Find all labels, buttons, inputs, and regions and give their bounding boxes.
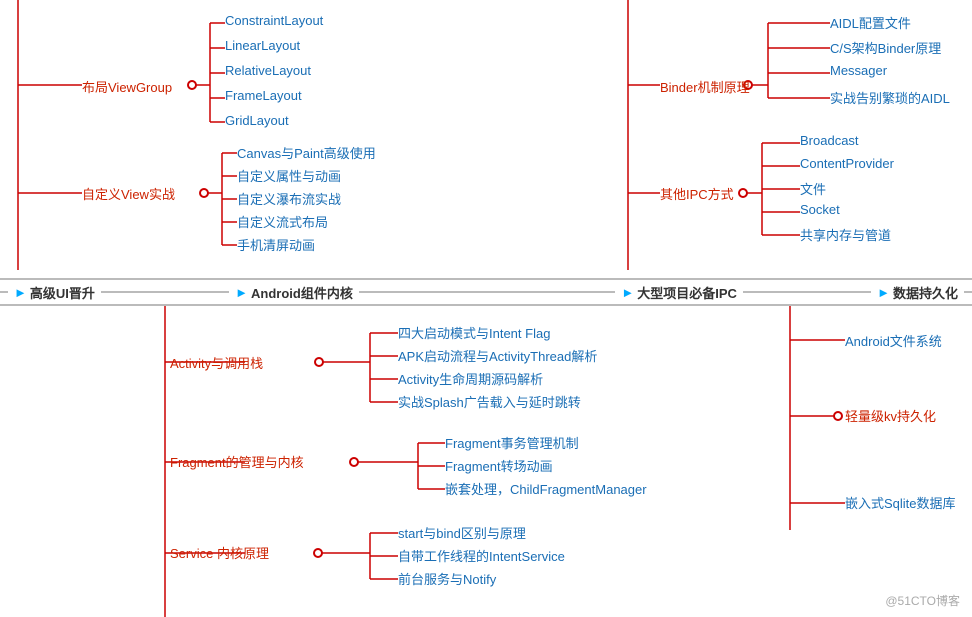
arrow-icon-ui: ► — [14, 285, 27, 300]
node-android-file: Android文件系统 — [845, 331, 942, 350]
node-canvas: Canvas与Paint高级使用 — [237, 143, 376, 162]
node-aidl-advanced: 实战告别繁琐的AIDL — [830, 88, 950, 107]
node-activity: Activity与调用栈 — [170, 353, 263, 372]
node-content-provider: ContentProvider — [800, 156, 894, 171]
node-launch-mode: 四大启动模式与Intent Flag — [398, 323, 550, 342]
node-messager: Messager — [830, 63, 887, 78]
node-socket: Socket — [800, 202, 840, 217]
node-cs-binder: C/S架构Binder原理 — [830, 38, 941, 57]
arrow-icon-android: ► — [235, 285, 248, 300]
node-sqlite: 嵌入式Sqlite数据库 — [845, 493, 956, 512]
node-file: 文件 — [800, 179, 826, 198]
diagram-container: ► 高级UI晋升 ► Android组件内核 ► 大型项目必备IPC ► 数据持… — [0, 0, 972, 617]
node-frame: FrameLayout — [225, 88, 302, 103]
node-lifecycle: Activity生命周期源码解析 — [398, 369, 543, 388]
arrow-icon-data: ► — [877, 285, 890, 300]
node-linear: LinearLayout — [225, 38, 300, 53]
node-broadcast: Broadcast — [800, 133, 859, 148]
node-constraint: ConstraintLayout — [225, 13, 323, 28]
node-binder: Binder机制原理 — [660, 77, 750, 96]
node-kv: 轻量级kv持久化 — [845, 406, 936, 425]
node-shared-memory: 共享内存与管道 — [800, 225, 891, 244]
node-grid: GridLayout — [225, 113, 289, 128]
node-custom-view: 自定义View实战 — [82, 184, 175, 203]
node-foreground: 前台服务与Notify — [398, 569, 496, 588]
node-splash: 实战Splash广告载入与延时跳转 — [398, 392, 581, 411]
node-start-bind: start与bind区别与原理 — [398, 523, 526, 542]
section-header-ipc: ► 大型项目必备IPC — [615, 283, 743, 302]
node-service: Service 内核原理 — [170, 543, 269, 562]
node-fragment-tx: Fragment事务管理机制 — [445, 433, 579, 452]
node-fragment: Fragment的管理与内核 — [170, 452, 304, 471]
node-relative: RelativeLayout — [225, 63, 311, 78]
node-flow-layout: 自定义流式布局 — [237, 212, 328, 231]
node-waterfall: 自定义瀑布流实战 — [237, 189, 341, 208]
node-child-fragment: 嵌套处理，ChildFragmentManager — [445, 479, 647, 498]
node-fragment-anim: Fragment转场动画 — [445, 456, 553, 475]
node-intent-service: 自带工作线程的IntentService — [398, 546, 565, 565]
node-other-ipc: 其他IPC方式 — [660, 184, 734, 203]
watermark: @51CTO博客 — [885, 592, 960, 609]
section-header-ui: ► 高级UI晋升 — [8, 283, 101, 302]
node-custom-attr: 自定义属性与动画 — [237, 166, 341, 185]
section-header-data: ► 数据持久化 — [871, 283, 964, 302]
section-header-android: ► Android组件内核 — [229, 283, 359, 302]
node-aidl-config: AIDL配置文件 — [830, 13, 911, 32]
node-clear-screen: 手机清屏动画 — [237, 235, 315, 254]
arrow-icon-ipc: ► — [621, 285, 634, 300]
node-apk-launch: APK启动流程与ActivityThread解析 — [398, 346, 597, 365]
node-buju: 布局ViewGroup — [82, 77, 172, 96]
